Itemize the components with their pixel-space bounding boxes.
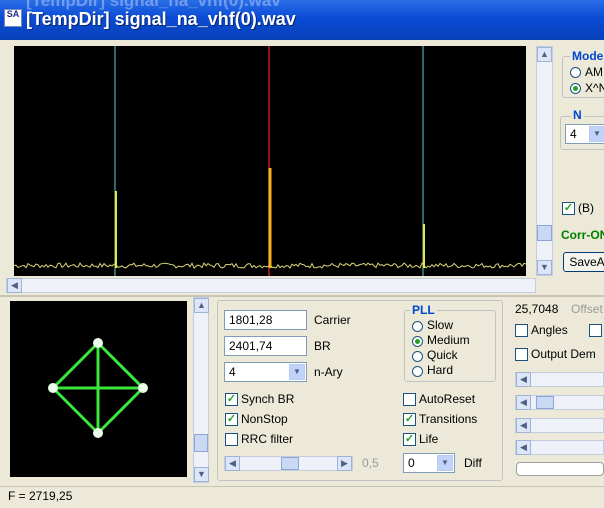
scroll-left-arrow-icon[interactable]: ◀ <box>516 418 531 433</box>
constellation-plot[interactable] <box>10 301 187 477</box>
synch-br-label: Synch BR <box>241 392 295 406</box>
output-dem-label: Output Dem <box>531 347 596 361</box>
pll-medium-radio[interactable] <box>412 336 423 347</box>
nonstop-label: NonStop <box>241 412 288 426</box>
output-dem-checkbox[interactable] <box>515 348 528 361</box>
slider-thumb[interactable] <box>536 396 554 409</box>
save-button[interactable]: SaveA <box>563 252 604 272</box>
b-checkbox[interactable]: ✓ <box>562 202 575 215</box>
corr-on-label: Corr-ON <box>561 228 604 242</box>
nonstop-checkbox[interactable]: ✓ <box>225 413 238 426</box>
scroll-left-arrow-icon[interactable]: ◀ <box>7 278 22 293</box>
autoreset-checkbox[interactable] <box>403 393 416 406</box>
b-label: (B) <box>578 201 594 215</box>
scroll-down-arrow-icon[interactable]: ▼ <box>194 467 209 482</box>
progress-bar <box>516 462 604 476</box>
diff-select-value: 0 <box>408 456 415 470</box>
rrc-filter-label: RRC filter <box>241 432 294 446</box>
scroll-right-arrow-icon[interactable]: ▶ <box>337 456 352 471</box>
gain-slider[interactable]: ◀ ▶ <box>224 456 353 471</box>
app-icon[interactable]: SA <box>4 9 22 27</box>
spectrum-plot[interactable] <box>14 46 526 276</box>
symbol-point-bottom <box>93 428 103 438</box>
scroll-up-arrow-icon[interactable]: ▲ <box>194 298 209 313</box>
symbol-point-top <box>93 338 103 348</box>
spectrum-horizontal-scrollbar[interactable]: ◀ <box>6 278 536 293</box>
symbol-point-left <box>48 383 58 393</box>
n-select[interactable]: 4 ▼ <box>565 124 604 144</box>
scroll-left-arrow-icon[interactable]: ◀ <box>516 440 531 455</box>
pll-quick-label: Quick <box>427 348 458 362</box>
mode-xn-label: X^N <box>585 81 604 95</box>
chevron-down-icon[interactable]: ▼ <box>437 455 453 471</box>
pll-slow-radio[interactable] <box>412 321 423 332</box>
mode-legend: Mode <box>570 49 604 63</box>
right-slider-1[interactable]: ◀ <box>515 372 604 387</box>
n-select-value: 4 <box>570 127 577 141</box>
angles-label: Angles <box>531 323 568 337</box>
diff-select[interactable]: 0 ▼ <box>403 453 455 473</box>
pll-quick-radio[interactable] <box>412 351 423 362</box>
life-label: Life <box>419 432 439 446</box>
right-slider-3[interactable]: ◀ <box>515 418 604 433</box>
chevron-down-icon[interactable]: ▼ <box>589 126 604 142</box>
transitions-checkbox[interactable]: ✓ <box>403 413 416 426</box>
br-input[interactable]: 2401,74 <box>224 336 307 356</box>
n-legend: N <box>571 108 584 122</box>
mode-am-radio[interactable] <box>570 67 581 78</box>
br-label: BR <box>314 339 331 353</box>
extra-checkbox[interactable] <box>589 324 602 337</box>
pll-slow-label: Slow <box>427 318 454 332</box>
spectrum-vertical-scrollbar[interactable]: ▲ ▼ <box>536 46 553 276</box>
symbol-point-right <box>138 383 148 393</box>
carrier-input[interactable]: 1801,28 <box>224 310 307 330</box>
synch-br-checkbox[interactable]: ✓ <box>225 393 238 406</box>
scroll-thumb[interactable] <box>537 225 552 241</box>
offset-readout: 25,7048 <box>515 302 559 316</box>
scroll-left-arrow-icon[interactable]: ◀ <box>225 456 240 471</box>
autoreset-label: AutoReset <box>419 392 476 406</box>
status-bar <box>0 486 604 508</box>
scroll-left-arrow-icon[interactable]: ◀ <box>516 395 531 410</box>
nary-select[interactable]: 4 ▼ <box>224 362 307 382</box>
transitions-label: Transitions <box>419 412 478 426</box>
life-checkbox[interactable]: ✓ <box>403 433 416 446</box>
angles-checkbox[interactable] <box>515 324 528 337</box>
window-title: [TempDir] signal_na_vhf(0).wav <box>26 9 296 29</box>
status-frequency: F = 2719,25 <box>8 489 73 503</box>
rrc-filter-checkbox[interactable] <box>225 433 238 446</box>
pll-hard-label: Hard <box>427 363 454 377</box>
mode-xn-radio[interactable] <box>570 83 581 94</box>
pll-medium-label: Medium <box>427 333 470 347</box>
constellation-vertical-scrollbar[interactable]: ▲ ▼ <box>193 297 209 483</box>
right-slider-2[interactable]: ◀ <box>515 395 604 410</box>
mode-am-label: AM <box>585 65 603 79</box>
slider-value: 0,5 <box>362 456 379 470</box>
nary-label: n-Ary <box>314 365 343 379</box>
slider-thumb[interactable] <box>281 457 299 470</box>
scroll-up-arrow-icon[interactable]: ▲ <box>537 47 552 62</box>
chevron-down-icon[interactable]: ▼ <box>289 364 305 380</box>
carrier-label: Carrier <box>314 313 351 327</box>
pll-legend: PLL <box>410 303 437 317</box>
scroll-thumb[interactable] <box>194 434 208 452</box>
right-slider-4[interactable]: ◀ <box>515 440 604 455</box>
nary-select-value: 4 <box>229 365 236 379</box>
scroll-left-arrow-icon[interactable]: ◀ <box>516 372 531 387</box>
scroll-down-arrow-icon[interactable]: ▼ <box>537 260 552 275</box>
pll-hard-radio[interactable] <box>412 366 423 377</box>
offset-label: Offset <box>571 302 603 316</box>
diff-label: Diff <box>464 456 482 470</box>
